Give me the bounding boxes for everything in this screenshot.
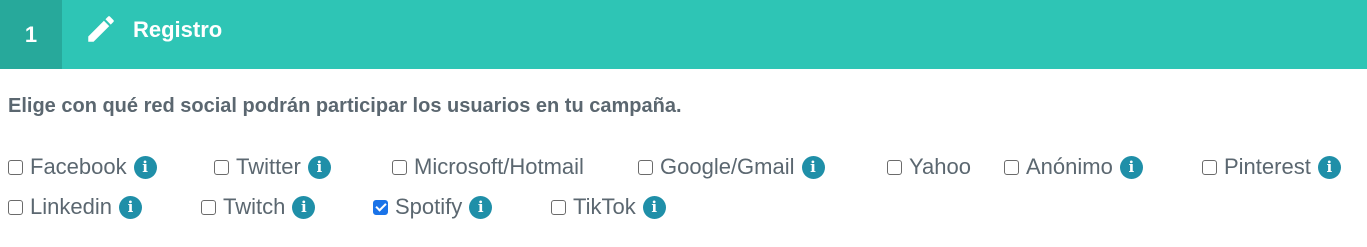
option-yahoo[interactable]: Yahoo xyxy=(887,152,971,182)
option-facebook[interactable]: Facebook i xyxy=(8,152,157,182)
info-icon[interactable]: i xyxy=(1119,155,1143,179)
option-label: Spotify xyxy=(395,194,463,219)
info-icon[interactable]: i xyxy=(642,195,666,219)
option-label: Facebook xyxy=(30,154,127,179)
option-label: Google/Gmail xyxy=(660,154,795,179)
tiktok-checkbox[interactable] xyxy=(551,199,566,215)
pinterest-checkbox[interactable] xyxy=(1202,159,1217,175)
anonimo-checkbox[interactable] xyxy=(1004,159,1019,175)
option-microsoft[interactable]: Microsoft/Hotmail xyxy=(392,152,584,182)
twitter-checkbox[interactable] xyxy=(214,159,229,175)
info-icon[interactable]: i xyxy=(118,195,142,219)
pencil-icon xyxy=(88,16,114,42)
google-checkbox[interactable] xyxy=(638,159,653,175)
info-icon[interactable]: i xyxy=(292,195,316,219)
option-label: Twitter xyxy=(236,154,301,179)
option-pinterest[interactable]: Pinterest i xyxy=(1202,152,1341,182)
option-label: Microsoft/Hotmail xyxy=(414,154,584,179)
option-twitch[interactable]: Twitch i xyxy=(201,192,316,222)
step-header: 1 Registro xyxy=(0,0,1367,69)
option-label: Anónimo xyxy=(1026,154,1113,179)
option-google[interactable]: Google/Gmail i xyxy=(638,152,825,182)
option-spotify[interactable]: Spotify i xyxy=(373,192,493,222)
microsoft-checkbox[interactable] xyxy=(392,159,407,175)
yahoo-checkbox[interactable] xyxy=(887,159,902,175)
option-label: Yahoo xyxy=(909,154,971,179)
info-icon[interactable]: i xyxy=(133,155,157,179)
spotify-checkbox[interactable] xyxy=(373,199,388,215)
info-icon[interactable]: i xyxy=(469,195,493,219)
option-label: Twitch xyxy=(223,194,286,219)
linkedin-checkbox[interactable] xyxy=(8,199,23,215)
option-tiktok[interactable]: TikTok i xyxy=(551,192,666,222)
info-icon[interactable]: i xyxy=(307,155,331,179)
option-linkedin[interactable]: Linkedin i xyxy=(8,192,142,222)
section-title: Registro xyxy=(133,17,223,42)
facebook-checkbox[interactable] xyxy=(8,159,23,175)
info-icon[interactable]: i xyxy=(1317,155,1341,179)
option-twitter[interactable]: Twitter i xyxy=(214,152,331,182)
instruction-text: Elige con qué red social podrán particip… xyxy=(8,95,682,117)
info-icon[interactable]: i xyxy=(801,155,825,179)
option-label: Linkedin xyxy=(30,194,112,219)
option-anonimo[interactable]: Anónimo i xyxy=(1004,152,1143,182)
twitch-checkbox[interactable] xyxy=(201,199,216,215)
option-label: Pinterest xyxy=(1224,154,1311,179)
step-number: 1 xyxy=(0,0,62,69)
option-label: TikTok xyxy=(573,194,636,219)
